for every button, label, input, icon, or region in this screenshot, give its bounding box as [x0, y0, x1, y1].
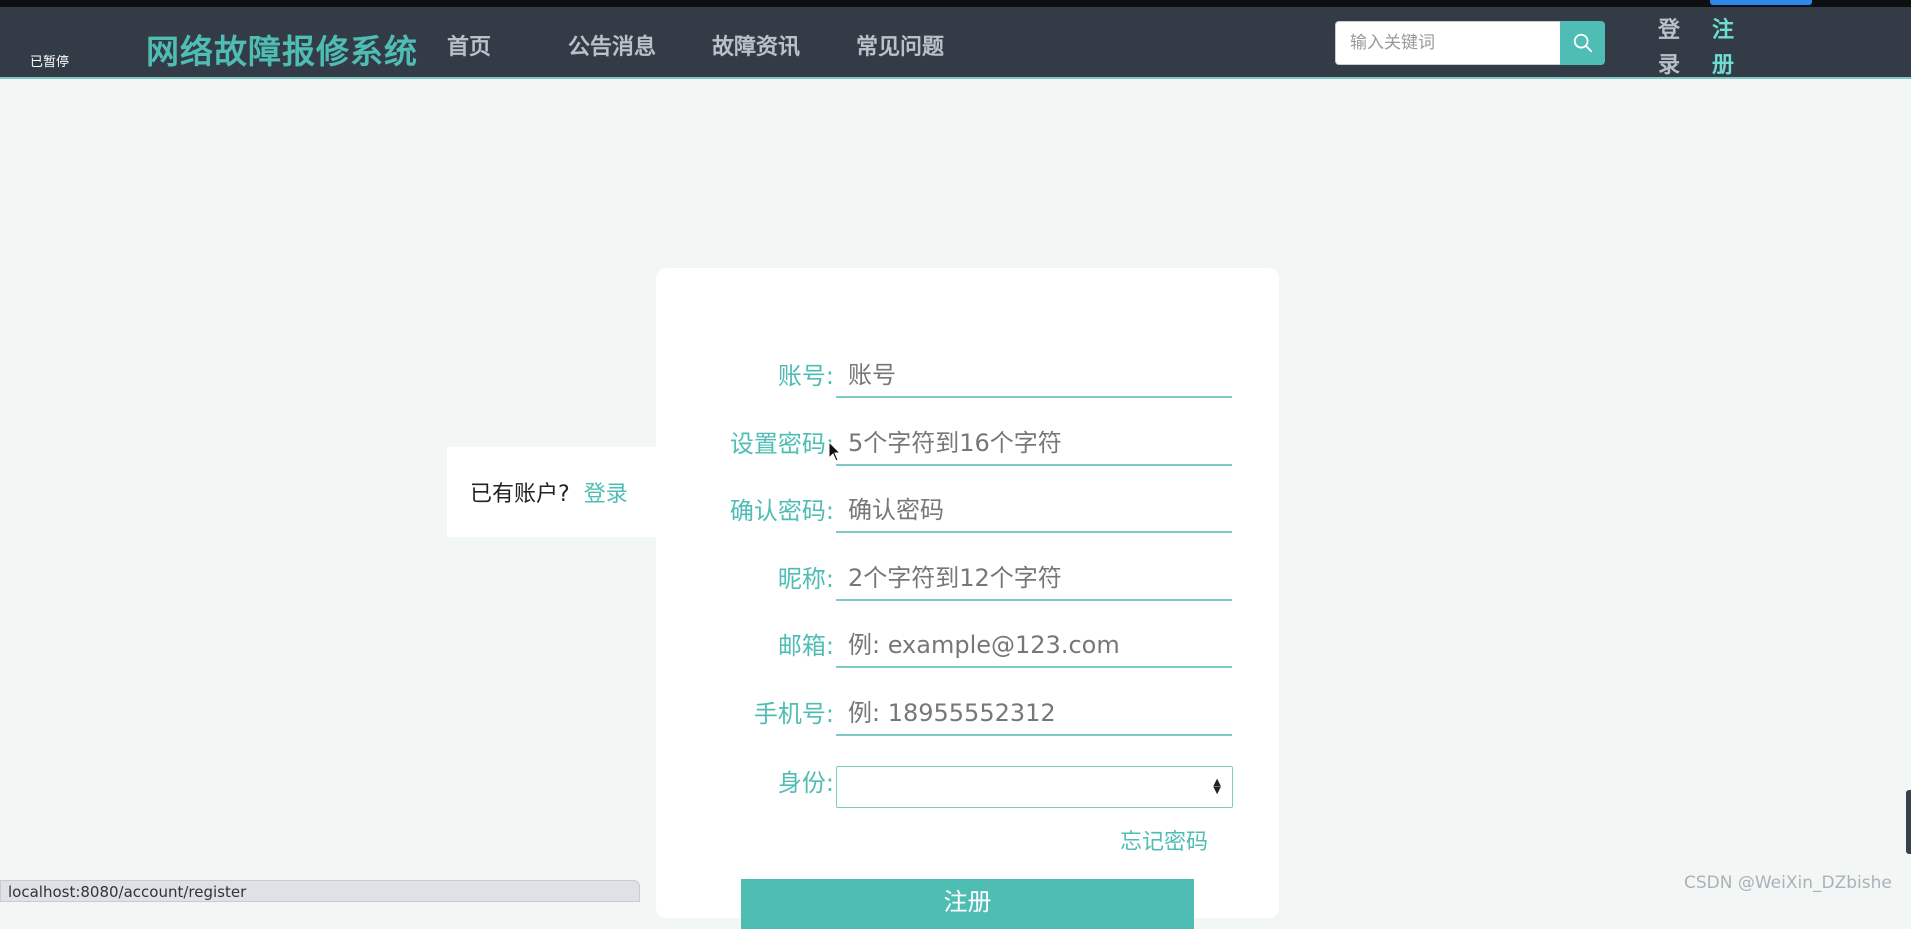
role-select[interactable]: ▲ ▼ — [836, 766, 1233, 808]
browser-tab-indicator — [1710, 0, 1812, 5]
site-logo-title[interactable]: 网络故障报修系统 — [146, 25, 418, 73]
nickname-input[interactable] — [836, 557, 1232, 601]
browser-top-strip — [0, 0, 1911, 7]
nav-home[interactable]: 首页 — [447, 29, 491, 61]
nickname-label: 昵称: — [777, 565, 834, 593]
phone-input[interactable] — [836, 692, 1232, 736]
confirm-password-row: 确认密码: — [656, 483, 1279, 543]
search-button[interactable] — [1560, 21, 1605, 65]
existing-account-panel: 已有账户? 登录 — [447, 447, 657, 537]
role-row: 身份: ▲ ▼ — [656, 766, 1279, 826]
password-label: 设置密码: — [729, 430, 834, 458]
email-row: 邮箱: — [656, 618, 1279, 678]
login-link[interactable]: 登录 — [1656, 13, 1682, 83]
confirm-password-input[interactable] — [836, 489, 1232, 533]
account-row: 账号: — [656, 348, 1279, 408]
watermark: CSDN @WeiXin_DZbishe — [1684, 873, 1892, 893]
email-input[interactable] — [836, 624, 1232, 668]
phone-row: 手机号: — [656, 686, 1279, 746]
nav-faq[interactable]: 常见问题 — [856, 29, 944, 61]
mouse-cursor-icon — [828, 441, 842, 462]
register-submit-button[interactable]: 注册 — [741, 879, 1194, 929]
nickname-row: 昵称: — [656, 551, 1279, 611]
email-label: 邮箱: — [777, 632, 834, 660]
top-navbar: 已暂停 网络故障报修系统 首页 公告消息 故障资讯 常见问题 登录 注册 — [0, 7, 1911, 79]
forgot-password-link[interactable]: 忘记密码 — [1120, 824, 1208, 856]
password-input[interactable] — [836, 422, 1232, 466]
select-arrows-icon: ▲ ▼ — [1213, 777, 1221, 796]
side-widget-edge[interactable] — [1906, 790, 1911, 854]
search-input[interactable] — [1335, 21, 1561, 65]
register-form: 账号: 设置密码: 确认密码: 昵称: 邮箱: 手机号: 身份: ▲▼ 忘记密码… — [656, 268, 1279, 929]
account-input[interactable] — [836, 354, 1232, 398]
has-account-text: 已有账户? — [470, 482, 570, 507]
nav-fault-news[interactable]: 故障资讯 — [712, 29, 800, 61]
account-label: 账号: — [777, 362, 834, 390]
browser-status-url: localhost:8080/account/register — [0, 880, 640, 902]
search-icon — [1573, 33, 1592, 53]
confirm-password-label: 确认密码: — [729, 497, 834, 525]
paused-indicator: 已暂停 — [30, 55, 70, 70]
nav-announcements[interactable]: 公告消息 — [568, 29, 656, 61]
phone-label: 手机号: — [753, 700, 834, 728]
register-link[interactable]: 注册 — [1710, 13, 1736, 83]
side-login-link[interactable]: 登录 — [584, 476, 628, 508]
password-row: 设置密码: — [656, 416, 1279, 476]
role-label: 身份: — [777, 769, 834, 797]
